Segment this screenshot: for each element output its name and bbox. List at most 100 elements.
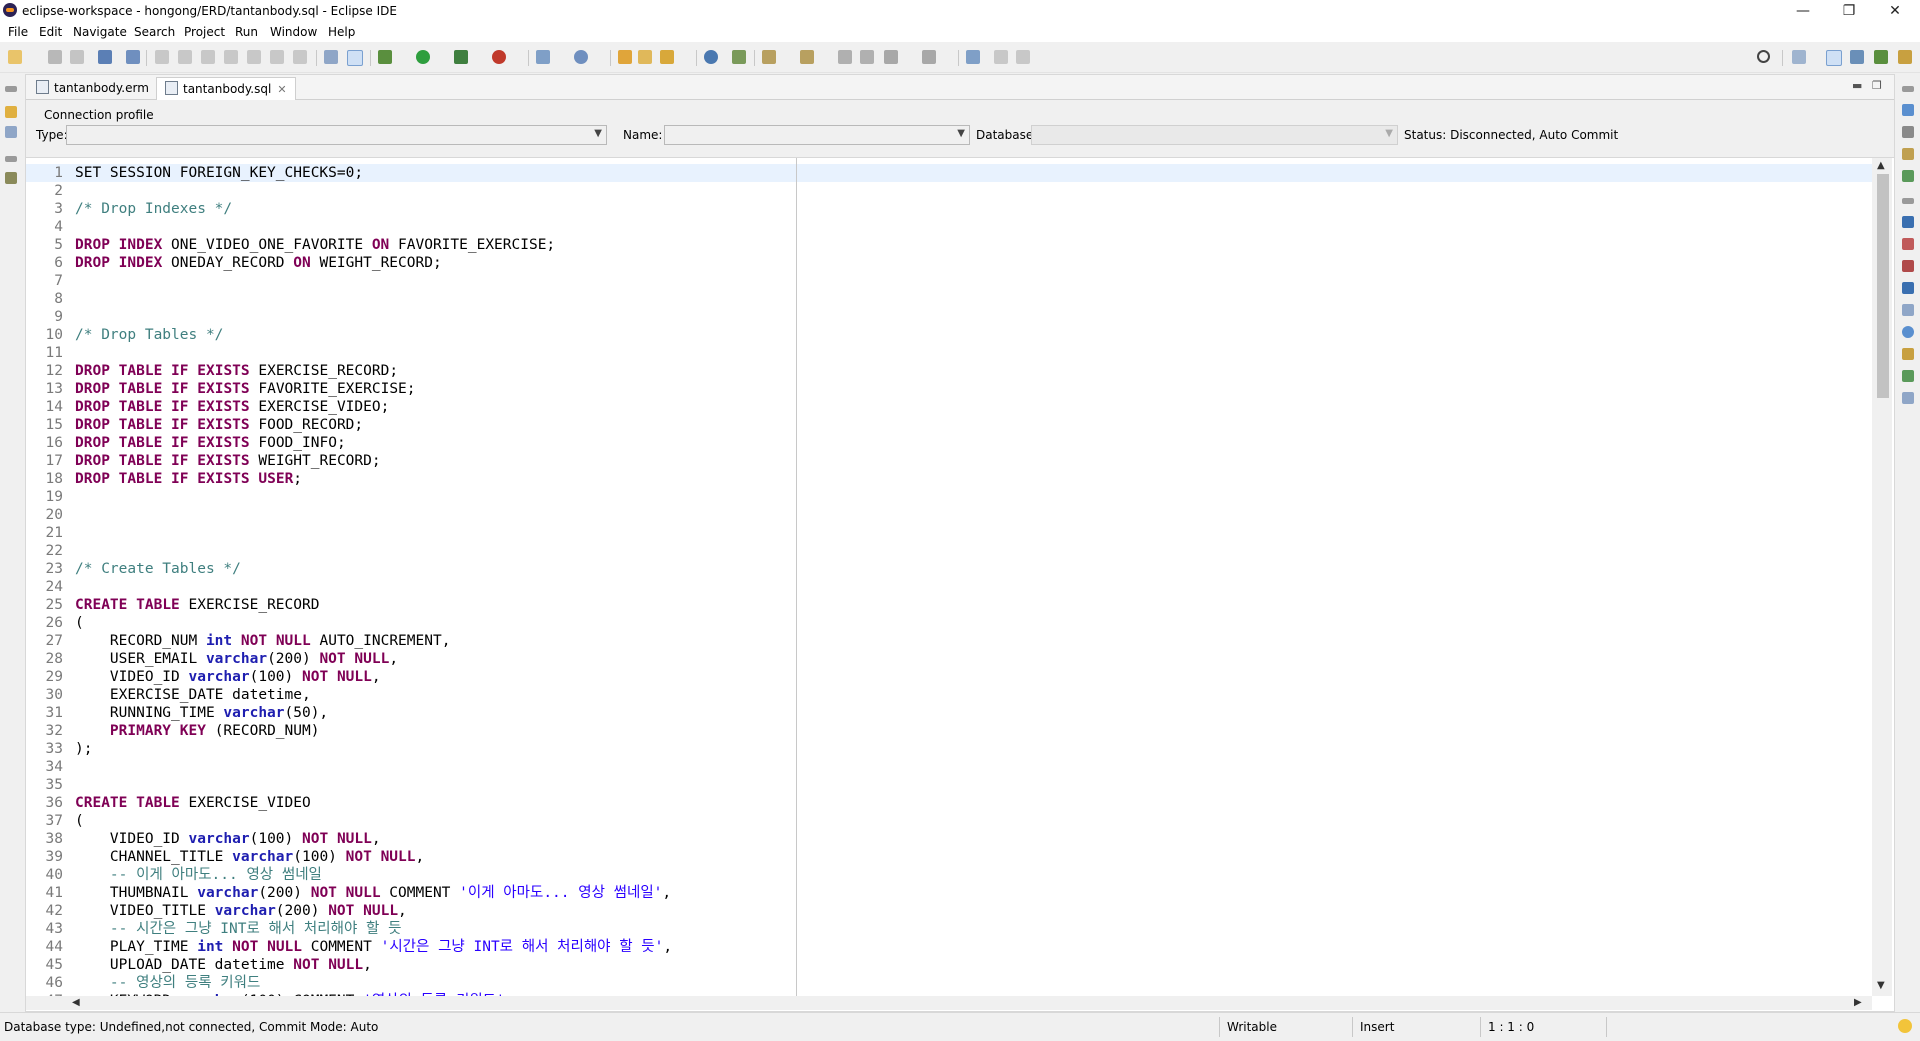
run-icon[interactable] [416, 50, 430, 64]
code-line[interactable]: 31 RUNNING_TIME varchar(50), [26, 704, 672, 722]
code-line[interactable]: 14 DROP TABLE IF EXISTS EXERCISE_VIDEO; [26, 398, 672, 416]
step-return-icon[interactable] [293, 50, 307, 64]
outline-icon[interactable] [5, 172, 17, 184]
execution-plan-icon[interactable] [1902, 392, 1914, 404]
code-text[interactable]: EXERCISE_DATE datetime, [75, 687, 311, 703]
java-perspective-icon[interactable] [1850, 50, 1864, 64]
tab-tantanbody-sql[interactable]: tantanbody.sql ✕ [156, 77, 296, 100]
code-text[interactable]: DROP TABLE IF EXISTS WEIGHT_RECORD; [75, 453, 381, 469]
code-text[interactable]: ( [75, 615, 84, 631]
code-line[interactable]: 46 -- 영상의 등록 키워드 [26, 974, 672, 992]
undo-icon[interactable] [994, 50, 1008, 64]
tab-tantanbody-erm[interactable]: tantanbody.erm [28, 77, 157, 99]
coverage-icon[interactable] [454, 50, 468, 64]
code-line[interactable]: 4 [26, 218, 672, 236]
snippets-icon[interactable] [1902, 170, 1914, 182]
code-text[interactable]: RUNNING_TIME varchar(50), [75, 705, 328, 721]
search-icon[interactable] [1757, 50, 1770, 63]
restore-view-icon[interactable] [1902, 86, 1914, 92]
code-line[interactable]: 22 [26, 542, 672, 560]
code-line[interactable]: 6 DROP INDEX ONEDAY_RECORD ON WEIGHT_RECO… [26, 254, 672, 272]
open-resource-icon[interactable] [638, 50, 652, 64]
code-text[interactable]: DROP TABLE IF EXISTS EXERCISE_RECORD; [75, 363, 398, 379]
code-text[interactable]: VIDEO_ID varchar(100) NOT NULL, [75, 669, 381, 685]
code-line[interactable]: 21 [26, 524, 672, 542]
code-line[interactable]: 36 CREATE TABLE EXERCISE_VIDEO [26, 794, 672, 812]
code-line[interactable]: 19 [26, 488, 672, 506]
save-all-icon[interactable] [70, 50, 84, 64]
menu-search[interactable]: Search [134, 25, 175, 39]
code-line[interactable]: 34 [26, 758, 672, 776]
code-text[interactable]: DROP TABLE IF EXISTS USER; [75, 471, 302, 487]
code-line[interactable]: 7 [26, 272, 672, 290]
code-line[interactable]: 43 -- 시간은 그냥 INT로 해서 처리해야 할 듯 [26, 920, 672, 938]
debug-icon[interactable] [378, 50, 392, 64]
code-line[interactable]: 20 [26, 506, 672, 524]
new-icon[interactable] [8, 50, 22, 64]
use-step-filters-icon[interactable] [347, 50, 363, 66]
code-text[interactable]: DROP TABLE IF EXISTS EXERCISE_VIDEO; [75, 399, 389, 415]
code-line[interactable]: 15 DROP TABLE IF EXISTS FOOD_RECORD; [26, 416, 672, 434]
javadoc-icon[interactable] [1902, 326, 1914, 338]
close-tab-icon[interactable]: ✕ [277, 83, 286, 96]
drop-to-frame-icon[interactable] [324, 50, 338, 64]
restore-view-icon[interactable] [5, 156, 17, 162]
code-text[interactable]: DROP INDEX ONEDAY_RECORD ON WEIGHT_RECOR… [75, 255, 442, 271]
code-text[interactable]: VIDEO_TITLE varchar(200) NOT NULL, [75, 903, 407, 919]
task-list-icon[interactable] [1902, 126, 1914, 138]
lightbulb-icon[interactable] [1898, 1019, 1912, 1033]
code-line[interactable]: 45 UPLOAD_DATE datetime NOT NULL, [26, 956, 672, 974]
properties-icon[interactable] [1902, 304, 1914, 316]
code-line[interactable]: 1 SET SESSION FOREIGN_KEY_CHECKS=0; [26, 164, 672, 182]
restore-view-icon[interactable] [1902, 198, 1914, 204]
type-select[interactable]: ▼ [66, 125, 607, 145]
code-line[interactable]: 40 -- 이게 아마도... 영상 썸네일 [26, 866, 672, 884]
next-annotation-icon[interactable] [762, 50, 776, 64]
code-text[interactable]: PLAY_TIME int NOT NULL COMMENT '시간은 그냥 I… [75, 939, 672, 955]
code-line[interactable]: 24 [26, 578, 672, 596]
code-line[interactable]: 44 PLAY_TIME int NOT NULL COMMENT '시간은 그… [26, 938, 673, 956]
code-line[interactable]: 29 VIDEO_ID varchar(100) NOT NULL, [26, 668, 672, 686]
new-project-icon[interactable] [536, 50, 550, 64]
minimize-button[interactable]: — [1780, 0, 1826, 22]
restore-button[interactable]: ❐ [1826, 0, 1872, 22]
problems-icon[interactable] [1902, 238, 1914, 250]
code-line[interactable]: 39 CHANNEL_TITLE varchar(100) NOT NULL, [26, 848, 672, 866]
menu-navigate[interactable]: Navigate [73, 25, 127, 39]
terminal-icon[interactable] [98, 50, 112, 64]
code-text[interactable]: DROP INDEX ONE_VIDEO_ONE_FAVORITE ON FAV… [75, 237, 555, 253]
code-text[interactable]: VIDEO_ID varchar(100) NOT NULL, [75, 831, 381, 847]
step-into-icon[interactable] [247, 50, 261, 64]
code-text[interactable]: CREATE TABLE EXERCISE_VIDEO [75, 795, 311, 811]
maximize-editor-icon[interactable]: ❐ [1872, 79, 1882, 92]
menu-edit[interactable]: Edit [39, 25, 62, 39]
code-line[interactable]: 13 DROP TABLE IF EXISTS FAVORITE_EXERCISE… [26, 380, 672, 398]
open-task-icon[interactable] [660, 50, 674, 64]
previous-annotation-icon[interactable] [800, 50, 814, 64]
menu-project[interactable]: Project [184, 25, 225, 39]
code-area[interactable]: 1 SET SESSION FOREIGN_KEY_CHECKS=0; 2 3/* D… [26, 158, 1872, 996]
code-text[interactable]: DROP TABLE IF EXISTS FAVORITE_EXERCISE; [75, 381, 416, 397]
restore-view-icon[interactable] [5, 86, 17, 92]
new-class-icon[interactable] [574, 50, 588, 64]
scrollbar-thumb[interactable] [1877, 174, 1889, 398]
code-text[interactable]: /* Drop Indexes */ [75, 201, 232, 217]
debug-perspective-icon[interactable] [1874, 50, 1888, 64]
code-text[interactable]: PRIMARY KEY (RECORD_NUM) [75, 723, 320, 739]
declaration-icon[interactable] [1902, 348, 1914, 360]
save-icon[interactable] [48, 50, 62, 64]
pin-editor-icon[interactable] [966, 50, 980, 64]
redo-icon[interactable] [1016, 50, 1030, 64]
code-line[interactable]: 2 [26, 182, 672, 200]
code-text[interactable]: DROP TABLE IF EXISTS FOOD_INFO; [75, 435, 346, 451]
horizontal-scrollbar[interactable]: ◀ ▶ [26, 996, 1872, 1010]
data-source-icon[interactable] [1902, 148, 1914, 160]
java-ee-perspective-icon[interactable] [1826, 50, 1842, 66]
code-line[interactable]: 23 /* Create Tables */ [26, 560, 672, 578]
code-text[interactable]: /* Create Tables */ [75, 561, 241, 577]
code-text[interactable]: RECORD_NUM int NOT NULL AUTO_INCREMENT, [75, 633, 451, 649]
scroll-up-icon[interactable]: ▲ [1877, 160, 1885, 171]
menu-help[interactable]: Help [328, 25, 355, 39]
code-line[interactable]: 9 [26, 308, 672, 326]
code-line[interactable]: 41 THUMBNAIL varchar(200) NOT NULL COMME… [26, 884, 672, 902]
